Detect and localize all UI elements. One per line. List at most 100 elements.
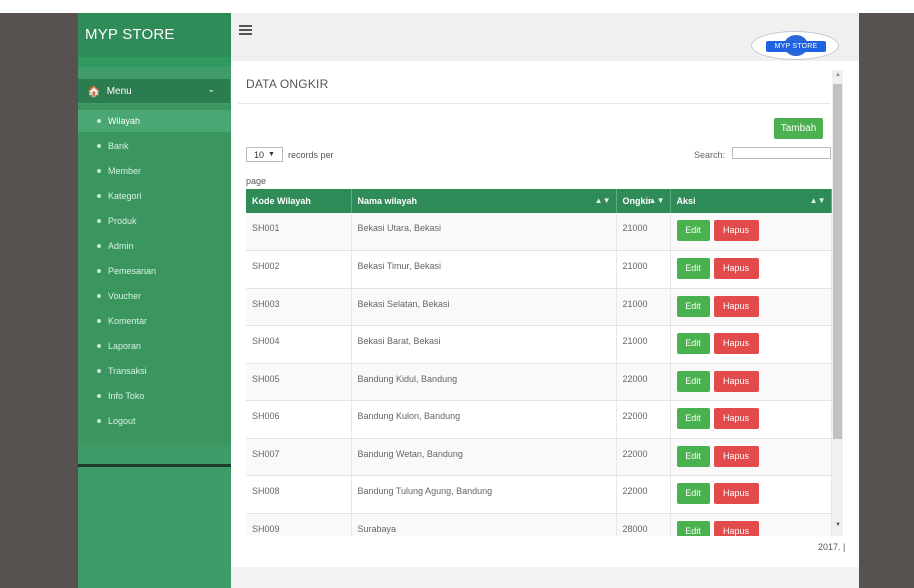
scroll-thumb[interactable] (833, 84, 842, 439)
cell-ongkir: 21000 (616, 288, 671, 326)
table-row: SH008 Bandung Tulung Agung, Bandung 2200… (246, 475, 832, 514)
sidebar-item-kategori[interactable]: Kategori (78, 185, 231, 207)
caret-down-icon: ▼ (268, 151, 275, 158)
bullet-icon (97, 119, 101, 123)
delete-button[interactable]: Hapus (713, 220, 759, 241)
hamburger-menu-icon[interactable] (239, 25, 252, 35)
search-input[interactable] (732, 147, 831, 159)
sidebar-item-logout[interactable]: Logout (78, 410, 231, 432)
delete-button[interactable]: Hapus (713, 483, 759, 504)
records-per-label: records per (288, 149, 334, 160)
cell-ongkir: 22000 (616, 400, 671, 439)
bullet-icon (97, 319, 101, 323)
sidebar-item-wilayah[interactable]: Wilayah (78, 110, 231, 132)
cell-kode: SH008 (246, 475, 352, 514)
sidebar-menu-toggle[interactable]: 🏠 Menu ⌄ (78, 79, 230, 103)
sidebar-item-laporan[interactable]: Laporan (78, 335, 231, 357)
delete-button[interactable]: Hapus (713, 445, 759, 467)
delete-button[interactable]: Hapus (713, 258, 759, 279)
cell-ongkir: 21000 (616, 250, 671, 289)
column-header-kode[interactable]: Kode Wilayah (246, 189, 352, 213)
table-row: SH005 Bandung Kidul, Bandung 22000 Edit H… (246, 363, 832, 401)
scroll-up-icon[interactable]: ▲ (835, 72, 841, 78)
bullet-icon (97, 144, 101, 148)
table-row: SH004 Bekasi Barat, Bekasi 21000 Edit Hap… (246, 325, 832, 364)
edit-button[interactable]: Edit (676, 445, 710, 467)
edit-button[interactable]: Edit (676, 295, 710, 317)
cell-nama: Bandung Tulung Agung, Bandung (351, 475, 617, 514)
brand-strip (78, 57, 231, 67)
table-row: SH002 Bekasi Timur, Bekasi 21000 Edit Hap… (246, 250, 832, 289)
search-label: Search: (694, 150, 726, 160)
window-frame-left (0, 13, 78, 588)
logo-text: MYP STORE (766, 41, 826, 52)
cell-kode: SH003 (246, 288, 352, 326)
page-label: page (246, 176, 267, 186)
bullet-icon (97, 294, 101, 298)
sidebar-item-member[interactable]: Member (78, 160, 231, 182)
bullet-icon (97, 344, 101, 348)
sidebar-item-transaksi[interactable]: Transaksi (78, 360, 231, 382)
cell-actions: Edit Hapus (670, 475, 832, 514)
chevron-down-icon: ⌄ (207, 84, 215, 94)
bullet-icon (97, 369, 101, 373)
cell-kode: SH007 (246, 438, 352, 476)
cell-actions: Edit Hapus (670, 250, 832, 289)
sort-icon: ▲▼ (648, 196, 665, 205)
sidebar-item-produk[interactable]: Produk (78, 210, 231, 232)
delete-button[interactable]: Hapus (713, 370, 759, 392)
edit-button[interactable]: Edit (676, 370, 710, 392)
content-scrollbar[interactable]: ▲ ▼ (832, 70, 843, 536)
cell-kode: SH001 (246, 213, 352, 251)
cell-nama: Bekasi Barat, Bekasi (351, 325, 617, 364)
edit-button[interactable]: Edit (676, 220, 710, 241)
bullet-icon (97, 219, 101, 223)
window-frame-right (859, 13, 914, 588)
column-header-ongkir[interactable]: Ongkir ▲▼ (616, 189, 671, 213)
cell-kode: SH004 (246, 325, 352, 364)
table-row: SH007 Bandung Wetan, Bandung 22000 Edit H… (246, 438, 832, 476)
menu-label: Menu (106, 85, 132, 97)
add-button[interactable]: Tambah (774, 118, 823, 139)
records-length-control: 10 ▼ records per (246, 147, 334, 162)
delete-button[interactable]: Hapus (713, 333, 759, 354)
edit-button[interactable]: Edit (676, 483, 710, 504)
bullet-icon (97, 419, 101, 423)
edit-button[interactable]: Edit (676, 258, 710, 279)
sidebar: MYP STORE 🏠 Menu ⌄ Wilayah Bank Member K… (78, 13, 231, 588)
cell-actions: Edit Hapus (670, 363, 832, 401)
cell-nama: Bekasi Selatan, Bekasi (351, 288, 617, 326)
store-logo: MYP STORE (751, 31, 839, 60)
cell-kode: SH002 (246, 250, 352, 289)
column-header-aksi[interactable]: Aksi ▲▼ (670, 189, 832, 213)
cell-actions: Edit Hapus (670, 213, 832, 251)
cell-kode: SH006 (246, 400, 352, 439)
records-per-page-select[interactable]: 10 ▼ (246, 147, 283, 162)
cell-nama: Bekasi Timur, Bekasi (351, 250, 617, 289)
sidebar-item-komentar[interactable]: Komentar (78, 310, 231, 332)
cell-actions: Edit Hapus (670, 400, 832, 439)
top-navbar: MYP STORE (231, 13, 859, 61)
delete-button[interactable]: Hapus (713, 295, 759, 317)
delete-button[interactable]: Hapus (713, 408, 759, 429)
sidebar-item-admin[interactable]: Admin (78, 235, 231, 257)
table-row: SH003 Bekasi Selatan, Bekasi 21000 Edit H… (246, 288, 832, 326)
brand-title[interactable]: MYP STORE (78, 13, 231, 57)
cell-ongkir: 21000 (616, 325, 671, 364)
sidebar-bottom (78, 467, 231, 588)
cell-nama: Bandung Kidul, Bandung (351, 363, 617, 401)
sidebar-item-voucher[interactable]: Voucher (78, 285, 231, 307)
edit-button[interactable]: Edit (676, 333, 710, 354)
cell-ongkir: 22000 (616, 438, 671, 476)
column-header-nama[interactable]: Nama wilayah ▲▼ (351, 189, 617, 213)
scroll-down-icon[interactable]: ▼ (835, 522, 841, 528)
sidebar-item-bank[interactable]: Bank (78, 135, 231, 157)
cell-actions: Edit Hapus (670, 438, 832, 476)
bullet-icon (97, 394, 101, 398)
ongkir-table: Kode Wilayah Nama wilayah ▲▼ Ongkir ▲▼ Aks… (246, 189, 832, 551)
sidebar-item-pemesanan[interactable]: Pemesanan (78, 260, 231, 282)
edit-button[interactable]: Edit (676, 408, 710, 429)
cell-nama: Bandung Kulon, Bandung (351, 400, 617, 439)
cell-nama: Bekasi Utara, Bekasi (351, 213, 617, 251)
sidebar-item-info-toko[interactable]: Info Toko (78, 385, 231, 407)
